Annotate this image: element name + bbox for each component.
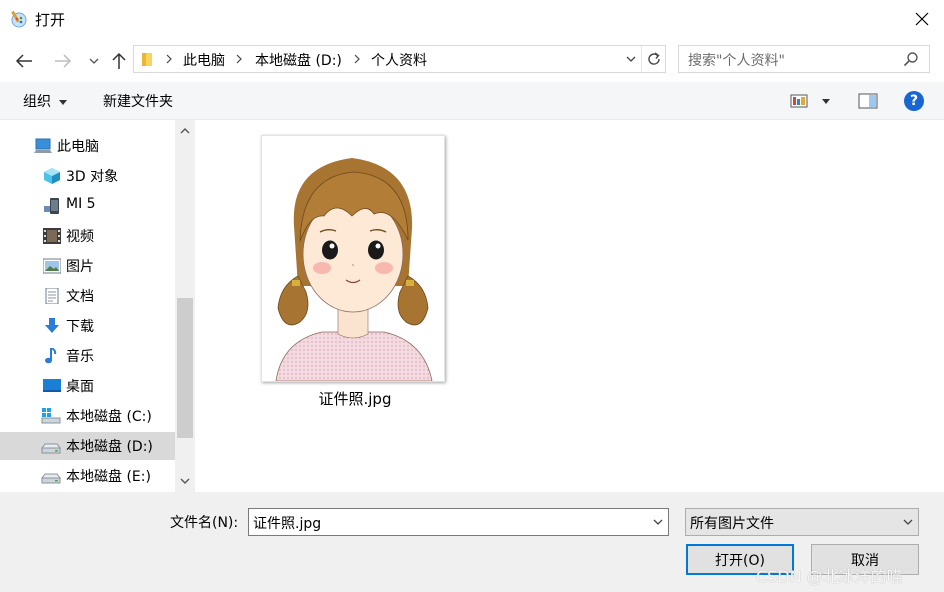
close-icon	[915, 12, 929, 26]
forward-arrow-icon	[55, 54, 72, 68]
watermark-text: CSDN @北冰洋的喵	[756, 567, 903, 586]
scroll-thumb[interactable]	[177, 298, 193, 438]
scroll-up-button[interactable]	[175, 120, 195, 142]
search-icon	[903, 51, 919, 67]
chevron-down-icon	[903, 519, 913, 525]
content-area: 此电脑 3D 对象 MI 5 视频 图片 文档 下载 音乐 桌面 本地磁盘 (C…	[0, 120, 944, 492]
breadcrumb-personal-files[interactable]: 个人资料	[371, 50, 427, 70]
3d-objects-icon	[43, 168, 61, 184]
nav-item-drive-c[interactable]: 本地磁盘 (C:)	[0, 402, 175, 430]
nav-item-label: 文档	[66, 289, 94, 305]
filetype-select[interactable]: 所有图片文件	[685, 508, 919, 536]
desktop-icon	[43, 378, 61, 394]
filename-dropdown-button[interactable]	[648, 509, 668, 535]
preview-pane-button[interactable]	[858, 92, 878, 110]
file-item[interactable]: 证件照.jpg	[255, 133, 455, 413]
pictures-icon	[42, 258, 62, 274]
filetype-dropdown-button[interactable]	[898, 509, 918, 535]
nav-item-documents[interactable]: 文档	[0, 282, 175, 310]
folder-icon	[142, 52, 154, 66]
nav-item-label: MI 5	[66, 196, 96, 212]
windows-drive-icon	[41, 408, 61, 424]
refresh-button[interactable]	[641, 46, 666, 72]
search-placeholder: 搜索"个人资料"	[688, 53, 785, 69]
nav-item-label: 此电脑	[57, 139, 99, 155]
nav-item-label: 图片	[66, 259, 94, 275]
organize-label: 组织	[23, 94, 51, 110]
nav-item-pictures[interactable]: 图片	[0, 252, 175, 280]
breadcrumb-drive-d[interactable]: 本地磁盘 (D:)	[255, 50, 342, 70]
back-arrow-icon	[15, 54, 32, 68]
up-arrow-icon	[112, 52, 126, 69]
nav-item-label: 视频	[66, 229, 94, 245]
refresh-icon	[648, 52, 660, 65]
computer-icon	[34, 138, 52, 154]
nav-item-drive-d[interactable]: 本地磁盘 (D:)	[0, 432, 175, 460]
address-dropdown-button[interactable]	[622, 46, 640, 72]
command-toolbar: 组织 新建文件夹 ?	[0, 82, 944, 120]
chevron-right-icon	[352, 52, 362, 66]
address-bar[interactable]: 此电脑 本地磁盘 (D:) 个人资料	[133, 45, 666, 73]
recent-locations-button[interactable]	[83, 50, 105, 72]
nav-item-desktop[interactable]: 桌面	[0, 372, 175, 400]
nav-item-music[interactable]: 音乐	[0, 342, 175, 370]
help-icon: ?	[909, 93, 919, 109]
search-input[interactable]: 搜索"个人资料"	[678, 45, 930, 73]
title-bar: 打开	[0, 0, 944, 38]
nav-item-downloads[interactable]: 下载	[0, 312, 175, 340]
nav-item-label: 本地磁盘 (C:)	[66, 409, 152, 425]
chevron-down-icon	[89, 58, 99, 64]
change-view-button[interactable]	[790, 92, 834, 110]
nav-item-3d-objects[interactable]: 3D 对象	[0, 162, 175, 190]
app-icon	[9, 9, 29, 29]
filetype-value: 所有图片文件	[690, 516, 774, 532]
chevron-right-icon	[164, 52, 174, 66]
documents-icon	[43, 287, 61, 305]
drive-icon	[41, 468, 61, 484]
phone-icon	[43, 198, 61, 214]
download-icon	[43, 318, 61, 334]
scroll-down-button[interactable]	[175, 470, 195, 492]
filename-input[interactable]: 证件照.jpg	[248, 508, 669, 536]
portrait-thumbnail	[261, 135, 445, 382]
filename-value: 证件照.jpg	[253, 516, 322, 532]
file-name-label: 证件照.jpg	[318, 390, 392, 408]
nav-item-drive-e[interactable]: 本地磁盘 (E:)	[0, 462, 175, 490]
nav-item-label: 桌面	[66, 379, 94, 395]
nav-item-label: 3D 对象	[66, 169, 119, 185]
close-button[interactable]	[900, 0, 944, 38]
caret-down-icon	[59, 99, 68, 105]
navigation-pane: 此电脑 3D 对象 MI 5 视频 图片 文档 下载 音乐 桌面 本地磁盘 (C…	[0, 120, 196, 492]
caret-down-icon	[822, 99, 830, 104]
music-icon	[43, 347, 61, 364]
chevron-right-icon	[234, 52, 244, 66]
chevron-down-icon	[653, 519, 663, 525]
preview-pane-icon	[858, 93, 878, 109]
organize-button[interactable]: 组织	[23, 91, 68, 111]
nav-pane-scrollbar[interactable]	[175, 120, 195, 492]
chevron-up-icon	[180, 128, 190, 134]
nav-item-label: 音乐	[66, 349, 94, 365]
video-icon	[43, 228, 61, 244]
nav-item-label: 下载	[66, 319, 94, 335]
forward-button[interactable]	[52, 50, 74, 72]
nav-item-videos[interactable]: 视频	[0, 222, 175, 250]
chevron-down-icon	[180, 478, 190, 484]
nav-item-this-pc[interactable]: 此电脑	[0, 132, 175, 160]
nav-item-label: 本地磁盘 (D:)	[66, 439, 153, 455]
view-icon	[790, 94, 808, 108]
new-folder-button[interactable]: 新建文件夹	[103, 91, 173, 111]
back-button[interactable]	[13, 50, 35, 72]
filename-label: 文件名(N):	[170, 515, 239, 531]
drive-icon	[41, 438, 61, 454]
chevron-down-icon	[626, 56, 636, 62]
help-button[interactable]: ?	[904, 91, 924, 111]
nav-item-label: 本地磁盘 (E:)	[66, 469, 151, 485]
nav-item-mi5[interactable]: MI 5	[0, 192, 175, 220]
window-title: 打开	[35, 11, 66, 29]
up-button[interactable]	[108, 50, 130, 72]
breadcrumb-this-pc[interactable]: 此电脑	[183, 50, 225, 70]
dialog-footer: 文件名(N): 证件照.jpg 所有图片文件 打开(O) 取消 CSDN @北冰…	[0, 492, 944, 592]
